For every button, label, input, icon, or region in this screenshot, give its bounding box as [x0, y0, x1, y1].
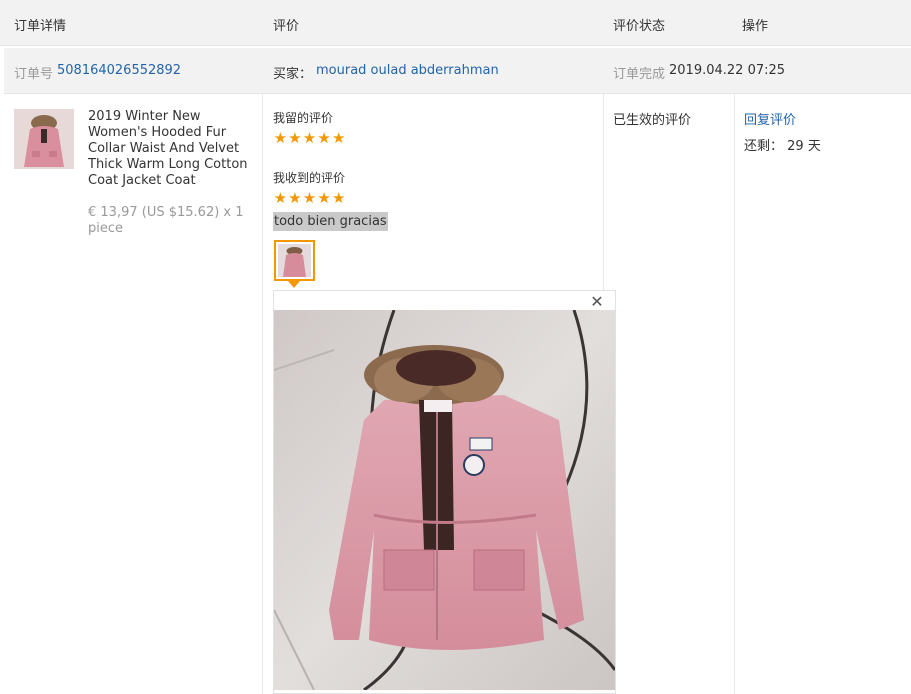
pink-hooded-coat-icon [14, 109, 74, 169]
order-completed-time: 2019.04.22 07:25 [669, 63, 786, 78]
my-review-label: 我留的评价 [273, 111, 334, 125]
pink-parka-photo [274, 310, 615, 690]
star-icon: ★ [288, 189, 302, 207]
star-icon: ★ [331, 129, 346, 147]
remaining-value: 29 天 [787, 139, 821, 154]
header-order-details: 订单详情 [14, 19, 67, 34]
my-rating-stars: ★★★★★ [273, 130, 346, 146]
time-remaining: 还剩： 29 天 [744, 135, 821, 154]
review-status-text: 已生效的评价 [613, 113, 692, 128]
buyer-label: 买家： [273, 67, 313, 82]
reply-review-link[interactable]: 回复评价 [744, 109, 796, 128]
close-icon[interactable]: ✕ [588, 293, 606, 311]
star-icon: ★ [302, 189, 317, 207]
header-actions: 操作 [742, 19, 769, 34]
product-price: € 13,97 (US $15.62) x 1 piece [88, 205, 244, 236]
star-icon: ★ [273, 189, 288, 207]
column-divider [734, 94, 735, 694]
star-icon: ★ [288, 129, 302, 147]
thumbnail-caret [288, 281, 300, 288]
received-rating-stars: ★★★★★ [273, 190, 346, 206]
column-divider [262, 94, 263, 694]
review-photo-thumbnail[interactable] [274, 240, 315, 281]
review-photo-large [274, 310, 615, 690]
received-review-label: 我收到的评价 [273, 171, 346, 185]
star-icon: ★ [273, 129, 288, 147]
header-review: 评价 [273, 19, 300, 34]
order-number-link[interactable]: 508164026552892 [57, 63, 181, 78]
product-image[interactable] [14, 109, 74, 169]
order-number-label: 订单号 [14, 67, 54, 82]
received-review-text: todo bien gracias [273, 212, 388, 231]
coat-thumbnail-icon [278, 244, 311, 277]
buyer-name-link[interactable]: mourad oulad abderrahman [316, 63, 499, 78]
table-header: 订单详情 评价 评价状态 操作 [0, 0, 911, 46]
star-icon: ★ [331, 189, 346, 207]
header-review-status: 评价状态 [613, 19, 666, 34]
remaining-label: 还剩： [744, 139, 784, 154]
product-title[interactable]: 2019 Winter New Women's Hooded Fur Colla… [88, 109, 250, 189]
order-completed-label: 订单完成 [613, 67, 666, 82]
star-icon: ★ [317, 189, 331, 207]
star-icon: ★ [317, 129, 331, 147]
order-info-row: 订单号 508164026552892 买家： mourad oulad abd… [4, 48, 911, 94]
star-icon: ★ [302, 129, 317, 147]
